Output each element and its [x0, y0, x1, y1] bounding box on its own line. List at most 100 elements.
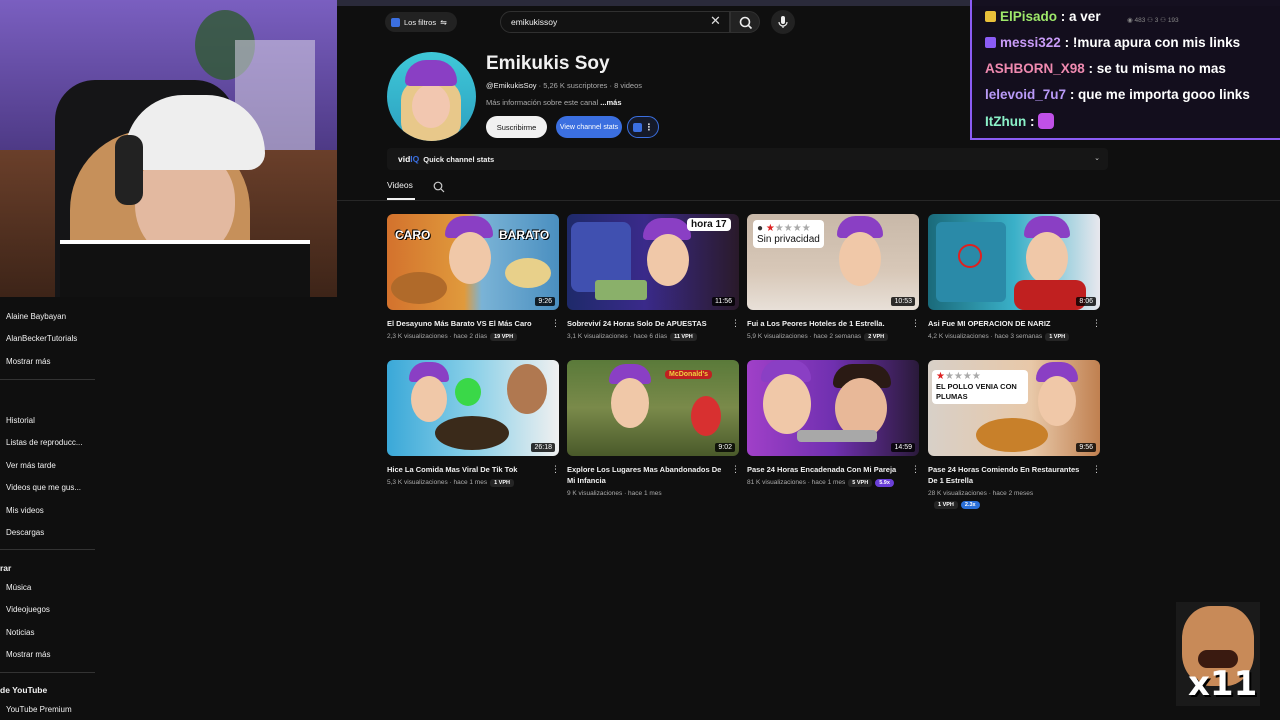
- thumb-jacket: [1014, 280, 1086, 310]
- video-thumbnail[interactable]: 8:06: [928, 214, 1100, 310]
- webcam-overlay: [0, 0, 337, 297]
- thumb-slime: [455, 378, 481, 406]
- video-menu-icon[interactable]: ⋮: [911, 318, 920, 329]
- channel-search-button[interactable]: [433, 180, 445, 198]
- video-duration: 14:59: [891, 443, 915, 452]
- vph-badge: 11 VPH: [670, 333, 697, 341]
- video-title[interactable]: Pase 24 Horas Encadenada Con Mi Pareja: [747, 464, 905, 475]
- video-views: 81 K visualizaciones · hace 1 mes: [747, 479, 846, 486]
- filters-button[interactable]: Los filtros ⇋: [385, 12, 457, 32]
- sidebar-item-gaming[interactable]: Videojuegos: [6, 605, 50, 614]
- chat-username: ASHBORN_X98: [985, 61, 1085, 76]
- video-menu-icon[interactable]: ⋮: [1092, 318, 1101, 329]
- chevron-down-icon[interactable]: ⌄: [1094, 154, 1100, 162]
- vidiq-menu-button[interactable]: ⋮: [627, 116, 659, 138]
- video-thumbnail[interactable]: 26:18: [387, 360, 559, 456]
- video-badges: 1 VPH 2.3x: [928, 501, 980, 509]
- more-options-icon: ⋮: [644, 121, 654, 132]
- video-thumbnail[interactable]: ● ★★★★★ Sin privacidad 10:53: [747, 214, 919, 310]
- channel-avatar[interactable]: [387, 52, 476, 141]
- thumb-face: [411, 376, 447, 422]
- sidebar-item-playlists[interactable]: Listas de reproducc...: [6, 438, 82, 447]
- chat-username: ElPisado: [1000, 9, 1058, 24]
- video-title[interactable]: Sobreviví 24 Horas Solo De APUESTAS: [567, 318, 725, 329]
- video-menu-icon[interactable]: ⋮: [911, 464, 920, 475]
- outlier-badge: 5.9x: [875, 479, 894, 487]
- star-rating-icon: ★: [765, 223, 775, 234]
- thumb-food-left: [391, 272, 447, 304]
- sidebar-item-liked[interactable]: Videos que me gus...: [6, 483, 81, 492]
- channel-handle: @EmikukisSoy: [486, 81, 537, 90]
- video-thumbnail[interactable]: hora 17 11:56: [567, 214, 739, 310]
- video-title[interactable]: El Desayuno Más Barato VS El Más Caro: [387, 318, 545, 329]
- subscribe-button[interactable]: Suscribirme: [486, 116, 547, 138]
- thumb-face-2: [835, 378, 887, 438]
- thumb-sign: McDonald's: [665, 370, 713, 379]
- video-meta: 2,3 K visualizaciones · hace 2 días 19 VP…: [387, 333, 518, 341]
- video-views: 3,1 K visualizaciones · hace 6 días: [567, 333, 668, 340]
- video-title[interactable]: Asi Fue MI OPERACION DE NARIZ: [928, 318, 1086, 329]
- video-title[interactable]: Fui a Los Peores Hoteles de 1 Estrella.: [747, 318, 905, 329]
- view-channel-stats-button[interactable]: View channel stats: [556, 116, 622, 138]
- sidebar-item-my-videos[interactable]: Mis videos: [6, 506, 44, 515]
- thumb-face: [647, 234, 689, 286]
- search-input[interactable]: emikukissoy: [500, 11, 730, 33]
- sidebar-item-news[interactable]: Noticias: [6, 628, 34, 637]
- channel-stats: · 5,26 K suscriptores · 8 videos: [538, 81, 643, 90]
- sidebar-item-history[interactable]: Historial: [6, 416, 35, 425]
- thumb-text-right: BARATO: [499, 228, 550, 242]
- chat-stats: ◉ 483 ⚇ 3 ⚇ 193: [1127, 17, 1179, 24]
- chat-message: ElPisado : a ver: [985, 9, 1101, 24]
- video-duration: 9:26: [535, 297, 555, 306]
- video-thumbnail[interactable]: McDonald's 9:02: [567, 360, 739, 456]
- vph-badge: 2 VPH: [864, 333, 889, 341]
- sidebar-item-watch-later[interactable]: Ver más tarde: [6, 461, 56, 470]
- video-meta: 5,3 K visualizaciones · hace 1 mes 1 VPH: [387, 479, 514, 487]
- tab-videos[interactable]: Videos: [387, 180, 413, 190]
- sidebar-show-more-2[interactable]: Mostrar más: [6, 650, 50, 659]
- thumb-text: hora 17: [687, 218, 731, 231]
- crown-badge-icon: [985, 11, 996, 22]
- video-meta: 9 K visualizaciones · hace 1 mes: [567, 490, 662, 497]
- vidiq-icon: [632, 122, 642, 132]
- star-rating-icon: ★: [936, 371, 945, 382]
- person-icon: ●: [757, 223, 764, 234]
- star-empty-icon: ★★★★: [774, 223, 811, 234]
- vph-badge: 1 VPH: [490, 479, 514, 487]
- sidebar-sub-1[interactable]: AlanBeckerTutorials: [6, 334, 77, 343]
- video-title[interactable]: Pase 24 Horas Comiendo En Restaurantes D…: [928, 464, 1086, 486]
- clear-search-icon[interactable]: ✕: [710, 13, 721, 29]
- sidebar-show-more[interactable]: Mostrar más: [6, 357, 50, 366]
- sidebar-sub-0[interactable]: Alaine Baybayan: [6, 312, 66, 321]
- emote-icon: [1038, 113, 1055, 129]
- voice-search-button[interactable]: [771, 10, 795, 34]
- thumb-fried-chicken: [976, 418, 1048, 452]
- video-menu-icon[interactable]: ⋮: [731, 318, 740, 329]
- channel-about-more[interactable]: ...más: [600, 98, 621, 107]
- thumb-clown: [691, 396, 721, 436]
- video-title[interactable]: Explore Los Lugares Mas Abandonados De M…: [567, 464, 725, 486]
- channel-about[interactable]: Más información sobre este canal ...más: [486, 98, 622, 107]
- thumb-money: [595, 280, 647, 300]
- video-menu-icon[interactable]: ⋮: [1092, 464, 1101, 475]
- video-thumbnail[interactable]: ★★★★★ EL POLLO VENIA CON PLUMAS 9:56: [928, 360, 1100, 456]
- video-title[interactable]: Hice La Comida Mas Viral De Tik Tok: [387, 464, 545, 475]
- sliders-icon: ⇋: [440, 17, 447, 27]
- video-menu-icon[interactable]: ⋮: [731, 464, 740, 475]
- search-button[interactable]: [730, 11, 760, 33]
- video-thumbnail[interactable]: 14:59: [747, 360, 919, 456]
- vidiq-quick-stats-label: Quick channel stats: [423, 154, 495, 164]
- sidebar-divider: [0, 549, 95, 550]
- video-menu-icon[interactable]: ⋮: [551, 318, 560, 329]
- video-duration: 11:56: [712, 297, 735, 306]
- chat-text: : se tu misma no mas: [1088, 61, 1226, 76]
- sidebar-item-downloads[interactable]: Descargas: [6, 528, 44, 537]
- chat-text: : que me importa gooo links: [1069, 87, 1250, 102]
- channel-meta: @EmikukisSoy · 5,26 K suscriptores · 8 v…: [486, 81, 642, 90]
- sidebar-item-music[interactable]: Música: [6, 583, 31, 592]
- video-thumbnail[interactable]: CARO BARATO 9:26: [387, 214, 559, 310]
- sidebar-item-premium[interactable]: YouTube Premium: [6, 705, 72, 714]
- vidiq-logo: vidIQ: [398, 154, 419, 164]
- video-menu-icon[interactable]: ⋮: [551, 464, 560, 475]
- vidiq-quick-stats-bar[interactable]: vidIQ Quick channel stats ⌄: [387, 148, 1108, 170]
